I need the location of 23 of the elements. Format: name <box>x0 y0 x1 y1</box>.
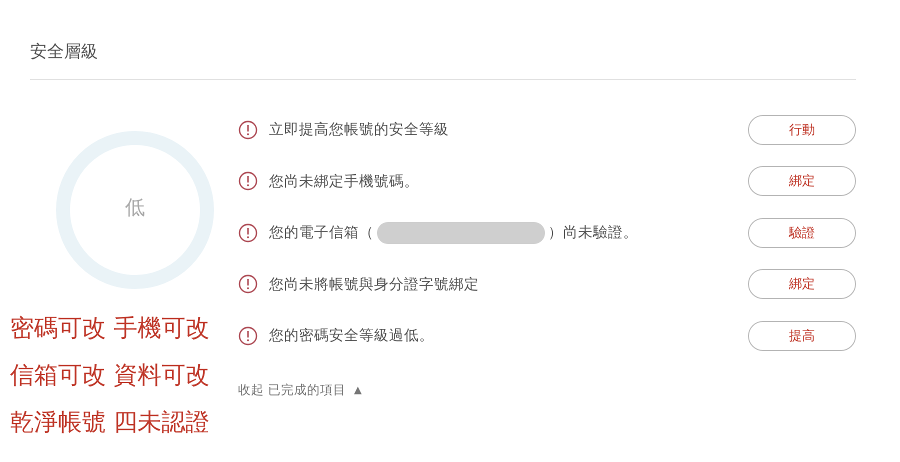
collapse-arrow[interactable]: ▲ <box>354 384 362 396</box>
overlay-note: 乾淨帳號 四未認證 <box>10 407 210 438</box>
section-title: 安全層級 <box>30 40 856 80</box>
warning-icon <box>238 120 258 140</box>
item-text: 您的密碼安全等級過低。 <box>269 326 434 346</box>
item-text: ）尚未驗證。 <box>548 224 638 242</box>
item-text: 您尚未將帳號與身分證字號綁定 <box>269 276 479 294</box>
collapse-link[interactable]: 收起 已完成的項目 <box>238 382 346 398</box>
item-text: 立即提高您帳號的安全等級 <box>269 120 449 140</box>
warning-icon <box>238 274 258 294</box>
action-button[interactable]: 綁定 <box>748 269 856 300</box>
overlay-note: 密碼可改 手機可改 <box>10 313 210 344</box>
gauge-label: 低 <box>124 194 146 221</box>
item-text: 您尚未綁定手機號碼。 <box>269 172 419 191</box>
action-button[interactable]: 提高 <box>748 320 856 351</box>
warning-icon <box>238 326 258 346</box>
action-button[interactable]: 行動 <box>748 114 856 145</box>
item-text: 您的電子信箱（ <box>269 224 374 242</box>
warning-icon <box>238 222 258 243</box>
warning-icon <box>238 171 258 192</box>
action-button[interactable]: 綁定 <box>748 166 856 196</box>
overlay-note: 信箱可改 資料可改 <box>10 360 210 391</box>
action-button[interactable]: 驗證 <box>748 218 856 248</box>
